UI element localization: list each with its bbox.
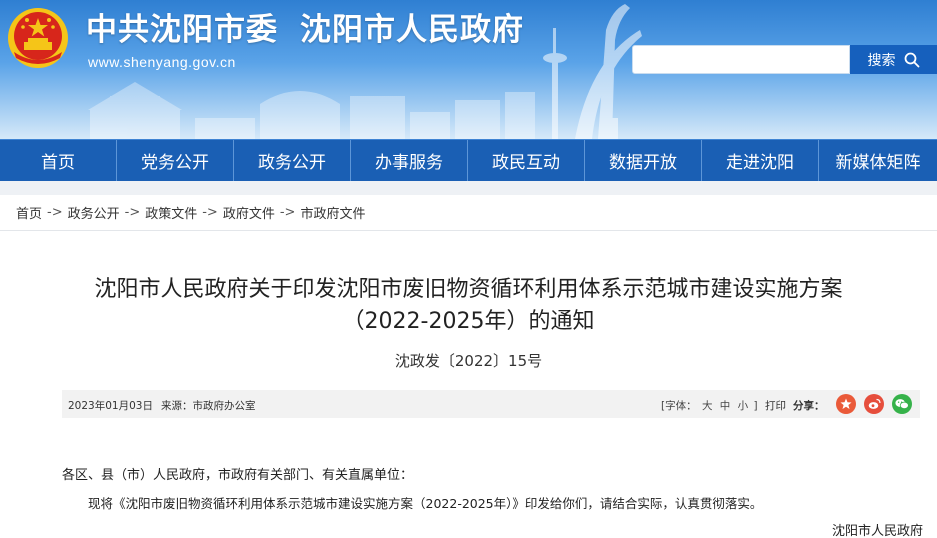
document-number: 沈政发〔2022〕15号 bbox=[394, 352, 543, 370]
breadcrumb-separator: -> bbox=[202, 205, 218, 220]
breadcrumb-government-affairs[interactable]: 政务公开 bbox=[68, 203, 120, 222]
breadcrumb-separator: -> bbox=[279, 205, 296, 220]
search-input[interactable] bbox=[632, 45, 850, 74]
article-meta-info: 2023年01月03日 来源：市政府办公室 bbox=[68, 398, 255, 413]
font-size-label: [字体： bbox=[661, 400, 697, 412]
site-url: www.shenyang.gov.cn bbox=[88, 54, 236, 70]
breadcrumb-government-documents[interactable]: 政府文件 bbox=[223, 203, 275, 222]
nav-item-services[interactable]: 办事服务 bbox=[351, 140, 468, 181]
search-button-label: 搜索 bbox=[867, 51, 896, 68]
nav-item-home[interactable]: 首页 bbox=[0, 140, 117, 181]
article-title: 沈阳市人民政府关于印发沈阳市废旧物资循环利用体系示范城市建设实施方案 （2022… bbox=[0, 274, 937, 338]
publish-date: 2023年01月03日 bbox=[68, 400, 153, 412]
nav-item-interaction[interactable]: 政民互动 bbox=[468, 140, 585, 181]
font-size-small[interactable]: 小 bbox=[738, 400, 749, 412]
font-size-close: ] bbox=[753, 400, 758, 412]
document-signature: 沈阳市人民政府 bbox=[832, 524, 924, 538]
breadcrumb-home[interactable]: 首页 bbox=[16, 203, 42, 222]
article: 沈阳市人民政府关于印发沈阳市废旧物资循环利用体系示范城市建设实施方案 （2022… bbox=[0, 238, 937, 538]
national-emblem-icon bbox=[8, 8, 68, 68]
main-nav: 首页 党务公开 政务公开 办事服务 政民互动 数据开放 走进沈阳 新媒体矩阵 bbox=[0, 139, 937, 181]
breadcrumb-separator: -> bbox=[47, 205, 63, 220]
nav-item-government-affairs[interactable]: 政务公开 bbox=[234, 140, 351, 181]
weibo-icon bbox=[868, 398, 881, 409]
print-link[interactable]: 打印 bbox=[765, 398, 786, 413]
document-salutation: 各区、县（市）人民政府，市政府有关部门、有关直属单位： bbox=[62, 468, 414, 483]
nav-item-new-media[interactable]: 新媒体矩阵 bbox=[819, 140, 937, 181]
search-icon bbox=[904, 52, 919, 67]
header-banner: 中共沈阳市委 沈阳市人民政府 www.shenyang.gov.cn 搜索 bbox=[0, 0, 937, 139]
site-title-party: 中共沈阳市委 bbox=[86, 12, 278, 48]
nav-item-party-affairs[interactable]: 党务公开 bbox=[117, 140, 234, 181]
article-title-line-1: 沈阳市人民政府关于印发沈阳市废旧物资循环利用体系示范城市建设实施方案 bbox=[94, 277, 843, 302]
wechat-share-icon[interactable] bbox=[892, 394, 912, 414]
nav-item-about-shenyang[interactable]: 走进沈阳 bbox=[702, 140, 819, 181]
search-button[interactable]: 搜索 bbox=[850, 45, 937, 74]
site-title-government: 沈阳市人民政府 bbox=[300, 12, 524, 48]
document-paragraph: 现将《沈阳市废旧物资循环利用体系示范城市建设实施方案（2022-2025年）》印… bbox=[88, 496, 763, 511]
font-size-medium[interactable]: 中 bbox=[720, 400, 731, 412]
breadcrumb-separator: -> bbox=[124, 205, 141, 220]
share-label: 分享： bbox=[793, 400, 825, 412]
font-size-control: [字体： 大 中 小 ] bbox=[661, 398, 758, 413]
weibo-share-icon[interactable] bbox=[864, 394, 884, 414]
font-size-large[interactable]: 大 bbox=[702, 400, 713, 412]
article-source: 来源：市政府办公室 bbox=[160, 400, 256, 412]
breadcrumb-policy-documents[interactable]: 政策文件 bbox=[145, 203, 197, 222]
breadcrumb-city-government-documents[interactable]: 市政府文件 bbox=[300, 203, 365, 222]
site-title: 中共沈阳市委 沈阳市人民政府 bbox=[86, 4, 524, 49]
article-meta-bar: 2023年01月03日 来源：市政府办公室 [字体： 大 中 小 ] 打印 分享： bbox=[62, 390, 920, 418]
breadcrumb: 首页 -> 政务公开 -> 政策文件 -> 政府文件 -> 市政府文件 bbox=[0, 195, 937, 231]
article-title-line-2: （2022-2025年）的通知 bbox=[342, 309, 595, 334]
wechat-icon bbox=[895, 399, 909, 410]
nav-item-open-data[interactable]: 数据开放 bbox=[585, 140, 702, 181]
qzone-share-icon[interactable] bbox=[836, 394, 856, 414]
star-icon bbox=[840, 398, 852, 409]
